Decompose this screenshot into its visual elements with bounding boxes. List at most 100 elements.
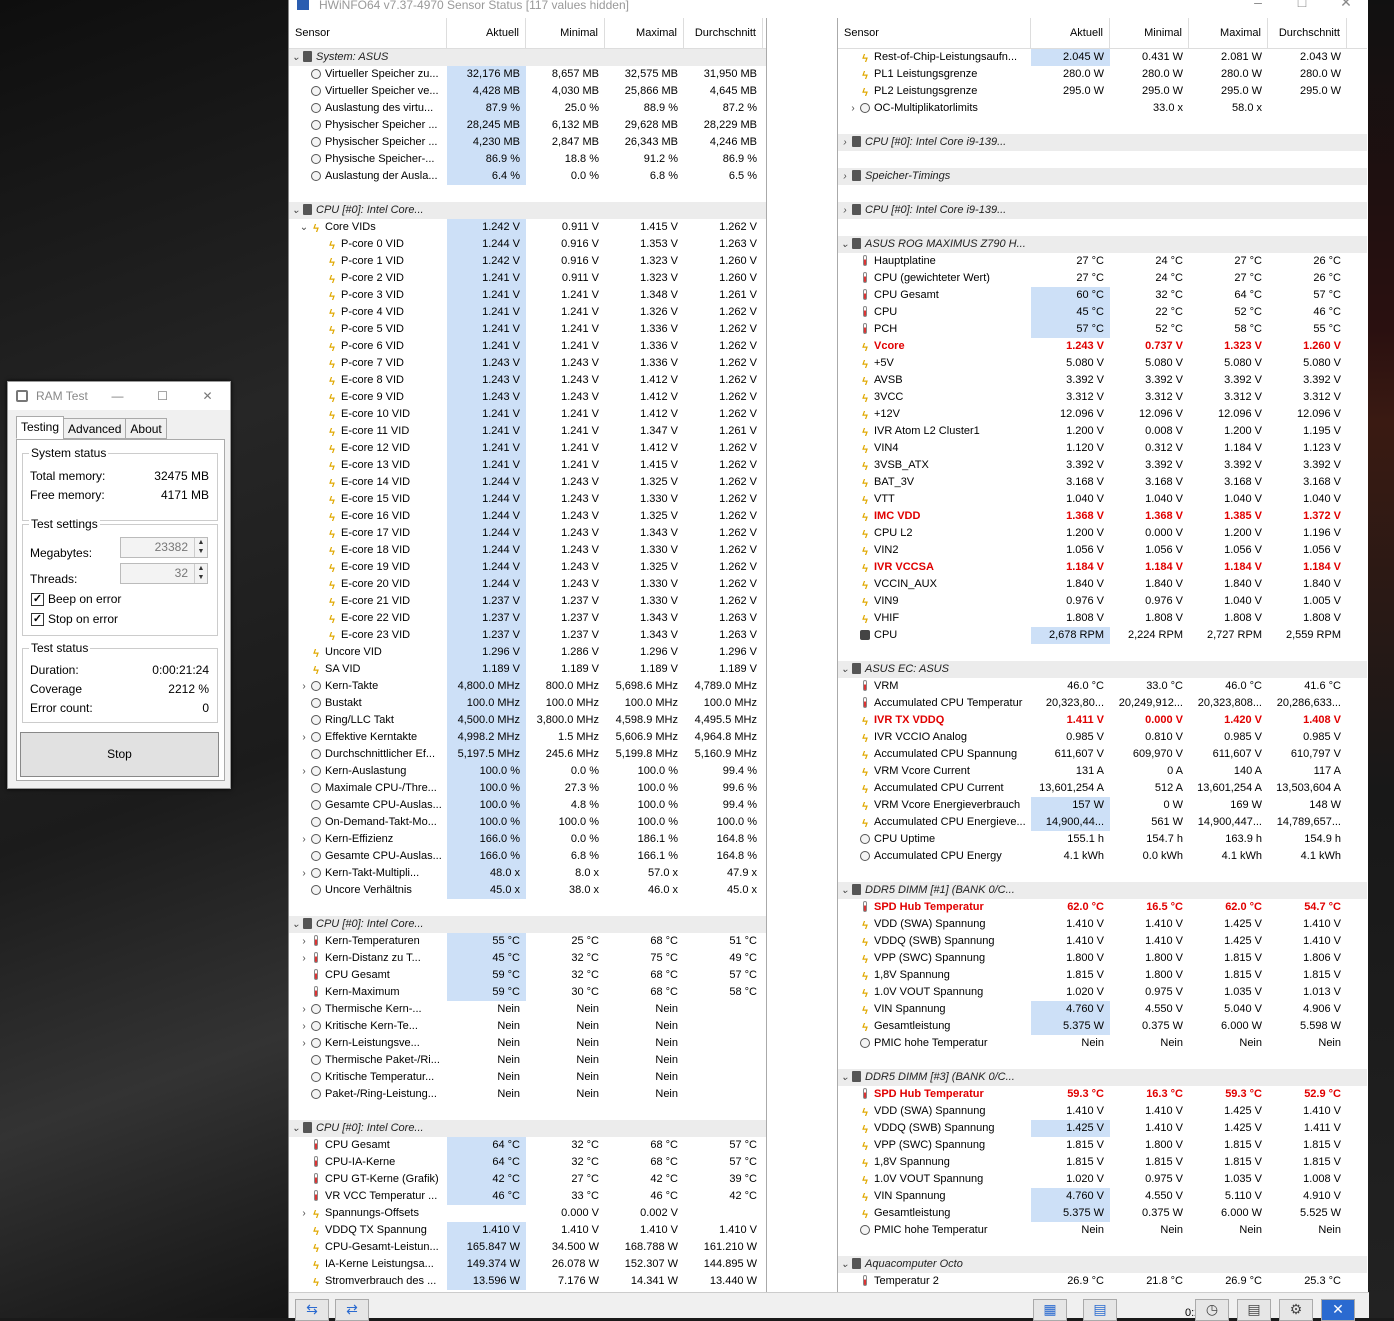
sensor-row[interactable]: ϟ P-core 6 VID 1.241 V 1.241 V 1.336 V 1.262 … xyxy=(289,338,766,355)
chevron-right-icon[interactable]: › xyxy=(297,763,311,780)
sensor-group-row[interactable]: › CPU [#0]: Intel Core i9-139... xyxy=(838,202,1367,219)
col-min[interactable]: Minimal xyxy=(526,18,605,48)
sensor-row[interactable]: ϟ +12V 12.096 V 12.096 V 12.096 V 12.096 V xyxy=(838,406,1367,423)
sensor-row[interactable]: ϟ P-core 7 VID 1.243 V 1.243 V 1.336 V 1.262 … xyxy=(289,355,766,372)
sensor-row[interactable]: ϟ E-core 22 VID 1.237 V 1.237 V 1.343 V 1.263… xyxy=(289,610,766,627)
chevron-right-icon[interactable]: › xyxy=(838,202,852,219)
sensor-row[interactable]: ϟ E-core 20 VID 1.244 V 1.243 V 1.330 V 1.262… xyxy=(289,576,766,593)
col-current-right[interactable]: Aktuell xyxy=(1031,18,1110,48)
sensor-row[interactable]: ϟ Uncore VID 1.296 V 1.286 V 1.296 V 1.296 V xyxy=(289,644,766,661)
sensor-row[interactable]: Durchschnittlicher Ef... 5,197.5 MHz 245.6… xyxy=(289,746,766,763)
chevron-right-icon[interactable]: › xyxy=(297,1018,311,1035)
sensor-row[interactable]: ϟ Gesamtleistung 5.375 W 0.375 W 6.000 W 5.52… xyxy=(838,1205,1367,1222)
sensor-row[interactable]: ϟ AVSB 3.392 V 3.392 V 3.392 V 3.392 V xyxy=(838,372,1367,389)
sensor-row[interactable]: ϟ 1,8V Spannung 1.815 V 1.800 V 1.815 V 1.815… xyxy=(838,967,1367,984)
sensor-row[interactable]: ϟ Accumulated CPU Energieve... 14,900,44..… xyxy=(838,814,1367,831)
sensor-row[interactable]: ϟ P-core 3 VID 1.241 V 1.241 V 1.348 V 1.261 … xyxy=(289,287,766,304)
sensor-row[interactable]: ϟ VIN Spannung 4.760 V 4.550 V 5.040 V 4.906 … xyxy=(838,1001,1367,1018)
col-current[interactable]: Aktuell xyxy=(447,18,526,48)
sensor-group-row[interactable]: ⌄ DDR5 DIMM [#1] (BANK 0/C... xyxy=(838,882,1367,899)
col-sensor-right[interactable]: Sensor xyxy=(838,18,1031,48)
sensor-row[interactable]: ϟ PL2 Leistungsgrenze 295.0 W 295.0 W 295.0 … xyxy=(838,83,1367,100)
sensor-row[interactable]: VR VCC Temperatur ... 46 °C 33 °C 46 °C 42 °… xyxy=(289,1188,766,1205)
chevron-down-icon[interactable]: ⌄ xyxy=(289,916,303,933)
megabytes-spinner-icon[interactable]: ▲ ▼ xyxy=(194,538,207,557)
sensor-row[interactable]: ϟ VDDQ (SWB) Spannung 1.425 V 1.410 V 1.425 … xyxy=(838,1120,1367,1137)
sensor-row[interactable]: ϟ P-core 4 VID 1.241 V 1.241 V 1.326 V 1.262 … xyxy=(289,304,766,321)
sensor-row[interactable]: ϟ E-core 18 VID 1.244 V 1.243 V 1.330 V 1.262… xyxy=(289,542,766,559)
chevron-right-icon[interactable]: › xyxy=(846,100,860,117)
tab-advanced[interactable]: Advanced xyxy=(63,418,127,439)
minimize-button[interactable]: – xyxy=(1236,0,1280,9)
sensor-row[interactable]: ϟ VDDQ (SWB) Spannung 1.410 V 1.410 V 1.425 … xyxy=(838,933,1367,950)
threads-spinner-icon[interactable]: ▲ ▼ xyxy=(194,564,207,583)
sensor-row[interactable]: Physische Speicher-... 86.9 % 18.8 % 91.2 %… xyxy=(289,151,766,168)
threads-input[interactable]: 32 ▲ ▼ xyxy=(120,563,208,584)
sensor-row[interactable]: ϟ IVR Atom L2 Cluster1 1.200 V 0.008 V 1.200… xyxy=(838,423,1367,440)
sensor-row[interactable]: ϟ SA VID 1.189 V 1.189 V 1.189 V 1.189 V xyxy=(289,661,766,678)
maximize-button[interactable]: □ xyxy=(1280,0,1324,9)
sensor-row[interactable]: CPU GT-Kerne (Grafik) 42 °C 27 °C 42 °C 39 °… xyxy=(289,1171,766,1188)
sensor-group-row[interactable]: ⌄ CPU [#0]: Intel Core... xyxy=(289,916,766,933)
sensor-row[interactable]: ϟ VRM Vcore Energieverbrauch 157 W 0 W 169 W… xyxy=(838,797,1367,814)
sensor-row[interactable]: ϟ VTT 1.040 V 1.040 V 1.040 V 1.040 V xyxy=(838,491,1367,508)
sensor-row[interactable]: ϟ P-core 0 VID 1.244 V 0.916 V 1.353 V 1.263 … xyxy=(289,236,766,253)
sensor-row[interactable]: ϟ CPU L2 1.200 V 0.000 V 1.200 V 1.196 V xyxy=(838,525,1367,542)
sensor-row[interactable]: › Thermische Kern-... Nein Nein Nein xyxy=(289,1001,766,1018)
chevron-down-icon[interactable]: ⌄ xyxy=(838,236,852,253)
sensor-row[interactable]: ϟ E-core 16 VID 1.244 V 1.243 V 1.325 V 1.262… xyxy=(289,508,766,525)
sensor-row[interactable]: PCH 57 °C 52 °C 58 °C 55 °C xyxy=(838,321,1367,338)
sensor-row[interactable]: ϟ P-core 2 VID 1.241 V 0.911 V 1.323 V 1.260 … xyxy=(289,270,766,287)
sensor-row[interactable]: Auslastung des virtu... 87.9 % 25.0 % 88.9 … xyxy=(289,100,766,117)
sensor-row[interactable]: CPU Gesamt 59 °C 32 °C 68 °C 57 °C xyxy=(289,967,766,984)
sensor-group-row[interactable]: ⌄ CPU [#0]: Intel Core... xyxy=(289,1120,766,1137)
col-max-right[interactable]: Maximal xyxy=(1189,18,1268,48)
sensor-row[interactable]: ϟ VDD (SWA) Spannung 1.410 V 1.410 V 1.425 V… xyxy=(838,1103,1367,1120)
sensor-row[interactable]: CPU Uptime 155.1 h 154.7 h 163.9 h 154.9 h xyxy=(838,831,1367,848)
sensor-row[interactable]: CPU 45 °C 22 °C 52 °C 46 °C xyxy=(838,304,1367,321)
sensor-row[interactable]: Accumulated CPU Energy 4.1 kWh 0.0 kWh 4.1 … xyxy=(838,848,1367,865)
sensor-row[interactable]: › Kern-Takt-Multipli... 48.0 x 8.0 x 57.0 x 4… xyxy=(289,865,766,882)
sensor-row[interactable]: ⌄ ϟ Core VIDs 1.242 V 0.911 V 1.415 V 1.262 V xyxy=(289,219,766,236)
sensor-group-row[interactable]: ⌄ ASUS ROG MAXIMUS Z790 H... xyxy=(838,236,1367,253)
sensor-row[interactable]: CPU Gesamt 64 °C 32 °C 68 °C 57 °C xyxy=(289,1137,766,1154)
sensor-row[interactable]: ϟ BAT_3V 3.168 V 3.168 V 3.168 V 3.168 V xyxy=(838,474,1367,491)
chevron-down-icon[interactable]: ⌄ xyxy=(838,882,852,899)
sensor-row[interactable]: Ring/LLC Takt 4,500.0 MHz 3,800.0 MHz 4,598… xyxy=(289,712,766,729)
chevron-right-icon[interactable]: › xyxy=(297,1001,311,1018)
chevron-down-icon[interactable]: ⌄ xyxy=(289,202,303,219)
sensor-row[interactable]: Hauptplatine 27 °C 24 °C 27 °C 26 °C xyxy=(838,253,1367,270)
sensor-row[interactable]: Kritische Temperatur... Nein Nein Nein xyxy=(289,1069,766,1086)
sensor-row[interactable]: › Kern-Distanz zu T... 45 °C 32 °C 75 °C 49 °… xyxy=(289,950,766,967)
chevron-right-icon[interactable]: › xyxy=(297,865,311,882)
sensor-row[interactable]: ϟ 3VCC 3.312 V 3.312 V 3.312 V 3.312 V xyxy=(838,389,1367,406)
sensor-row[interactable]: ϟ P-core 1 VID 1.242 V 0.916 V 1.323 V 1.260 … xyxy=(289,253,766,270)
sensor-row[interactable]: ϟ IVR VCCIO Analog 0.985 V 0.810 V 0.985 V 0.… xyxy=(838,729,1367,746)
sensor-row[interactable]: ϟ VPP (SWC) Spannung 1.815 V 1.800 V 1.815 V… xyxy=(838,1137,1367,1154)
sensor-row[interactable]: ϟ E-core 17 VID 1.244 V 1.243 V 1.343 V 1.262… xyxy=(289,525,766,542)
sensor-group-row[interactable]: ⌄ Aquacomputer Octo xyxy=(838,1256,1367,1273)
sensor-row[interactable]: › Kern-Auslastung 100.0 % 0.0 % 100.0 % 99.4 … xyxy=(289,763,766,780)
sensor-row[interactable]: › Kritische Kern-Te... Nein Nein Nein xyxy=(289,1018,766,1035)
sensor-row[interactable]: ϟ PL1 Leistungsgrenze 280.0 W 280.0 W 280.0 … xyxy=(838,66,1367,83)
chevron-down-icon[interactable]: ⌄ xyxy=(289,1120,303,1137)
sensor-row[interactable]: SPD Hub Temperatur 62.0 °C 16.5 °C 62.0 °C 5… xyxy=(838,899,1367,916)
sensor-row[interactable]: ϟ IVR VCCSA 1.184 V 1.184 V 1.184 V 1.184 V xyxy=(838,559,1367,576)
sensor-row[interactable]: Bustakt 100.0 MHz 100.0 MHz 100.0 MHz 100.0 … xyxy=(289,695,766,712)
sensor-row[interactable]: ϟ E-core 21 VID 1.237 V 1.237 V 1.330 V 1.262… xyxy=(289,593,766,610)
sensor-row[interactable]: ϟ 1.0V VOUT Spannung 1.020 V 0.975 V 1.035 V… xyxy=(838,984,1367,1001)
sensor-row[interactable]: › Effektive Kerntakte 4,998.2 MHz 1.5 MHz 5,… xyxy=(289,729,766,746)
sensor-group-row[interactable]: ⌄ CPU [#0]: Intel Core... xyxy=(289,202,766,219)
sensor-row[interactable]: ϟ Gesamtleistung 5.375 W 0.375 W 6.000 W 5.59… xyxy=(838,1018,1367,1035)
sensor-row[interactable]: On-Demand-Takt-Mo... 100.0 % 100.0 % 100.0 … xyxy=(289,814,766,831)
col-avg[interactable]: Durchschnitt xyxy=(684,18,763,48)
sensor-row[interactable]: ϟ E-core 12 VID 1.241 V 1.241 V 1.412 V 1.262… xyxy=(289,440,766,457)
sensor-row[interactable]: Uncore Verhältnis 45.0 x 38.0 x 46.0 x 45.0 … xyxy=(289,882,766,899)
sensor-row[interactable]: ϟ VIN9 0.976 V 0.976 V 1.040 V 1.005 V xyxy=(838,593,1367,610)
sensor-row[interactable]: ϟ E-core 19 VID 1.244 V 1.243 V 1.325 V 1.262… xyxy=(289,559,766,576)
sensor-group-row[interactable]: ⌄ DDR5 DIMM [#3] (BANK 0/C... xyxy=(838,1069,1367,1086)
sensor-group-row[interactable]: › Speicher-Timings xyxy=(838,168,1367,185)
tab-testing[interactable]: Testing xyxy=(16,416,65,439)
sensor-pane-left[interactable]: Sensor Aktuell Minimal Maximal Durchschn… xyxy=(289,18,767,1292)
sensor-row[interactable]: › Kern-Leistungsve... Nein Nein Nein xyxy=(289,1035,766,1052)
